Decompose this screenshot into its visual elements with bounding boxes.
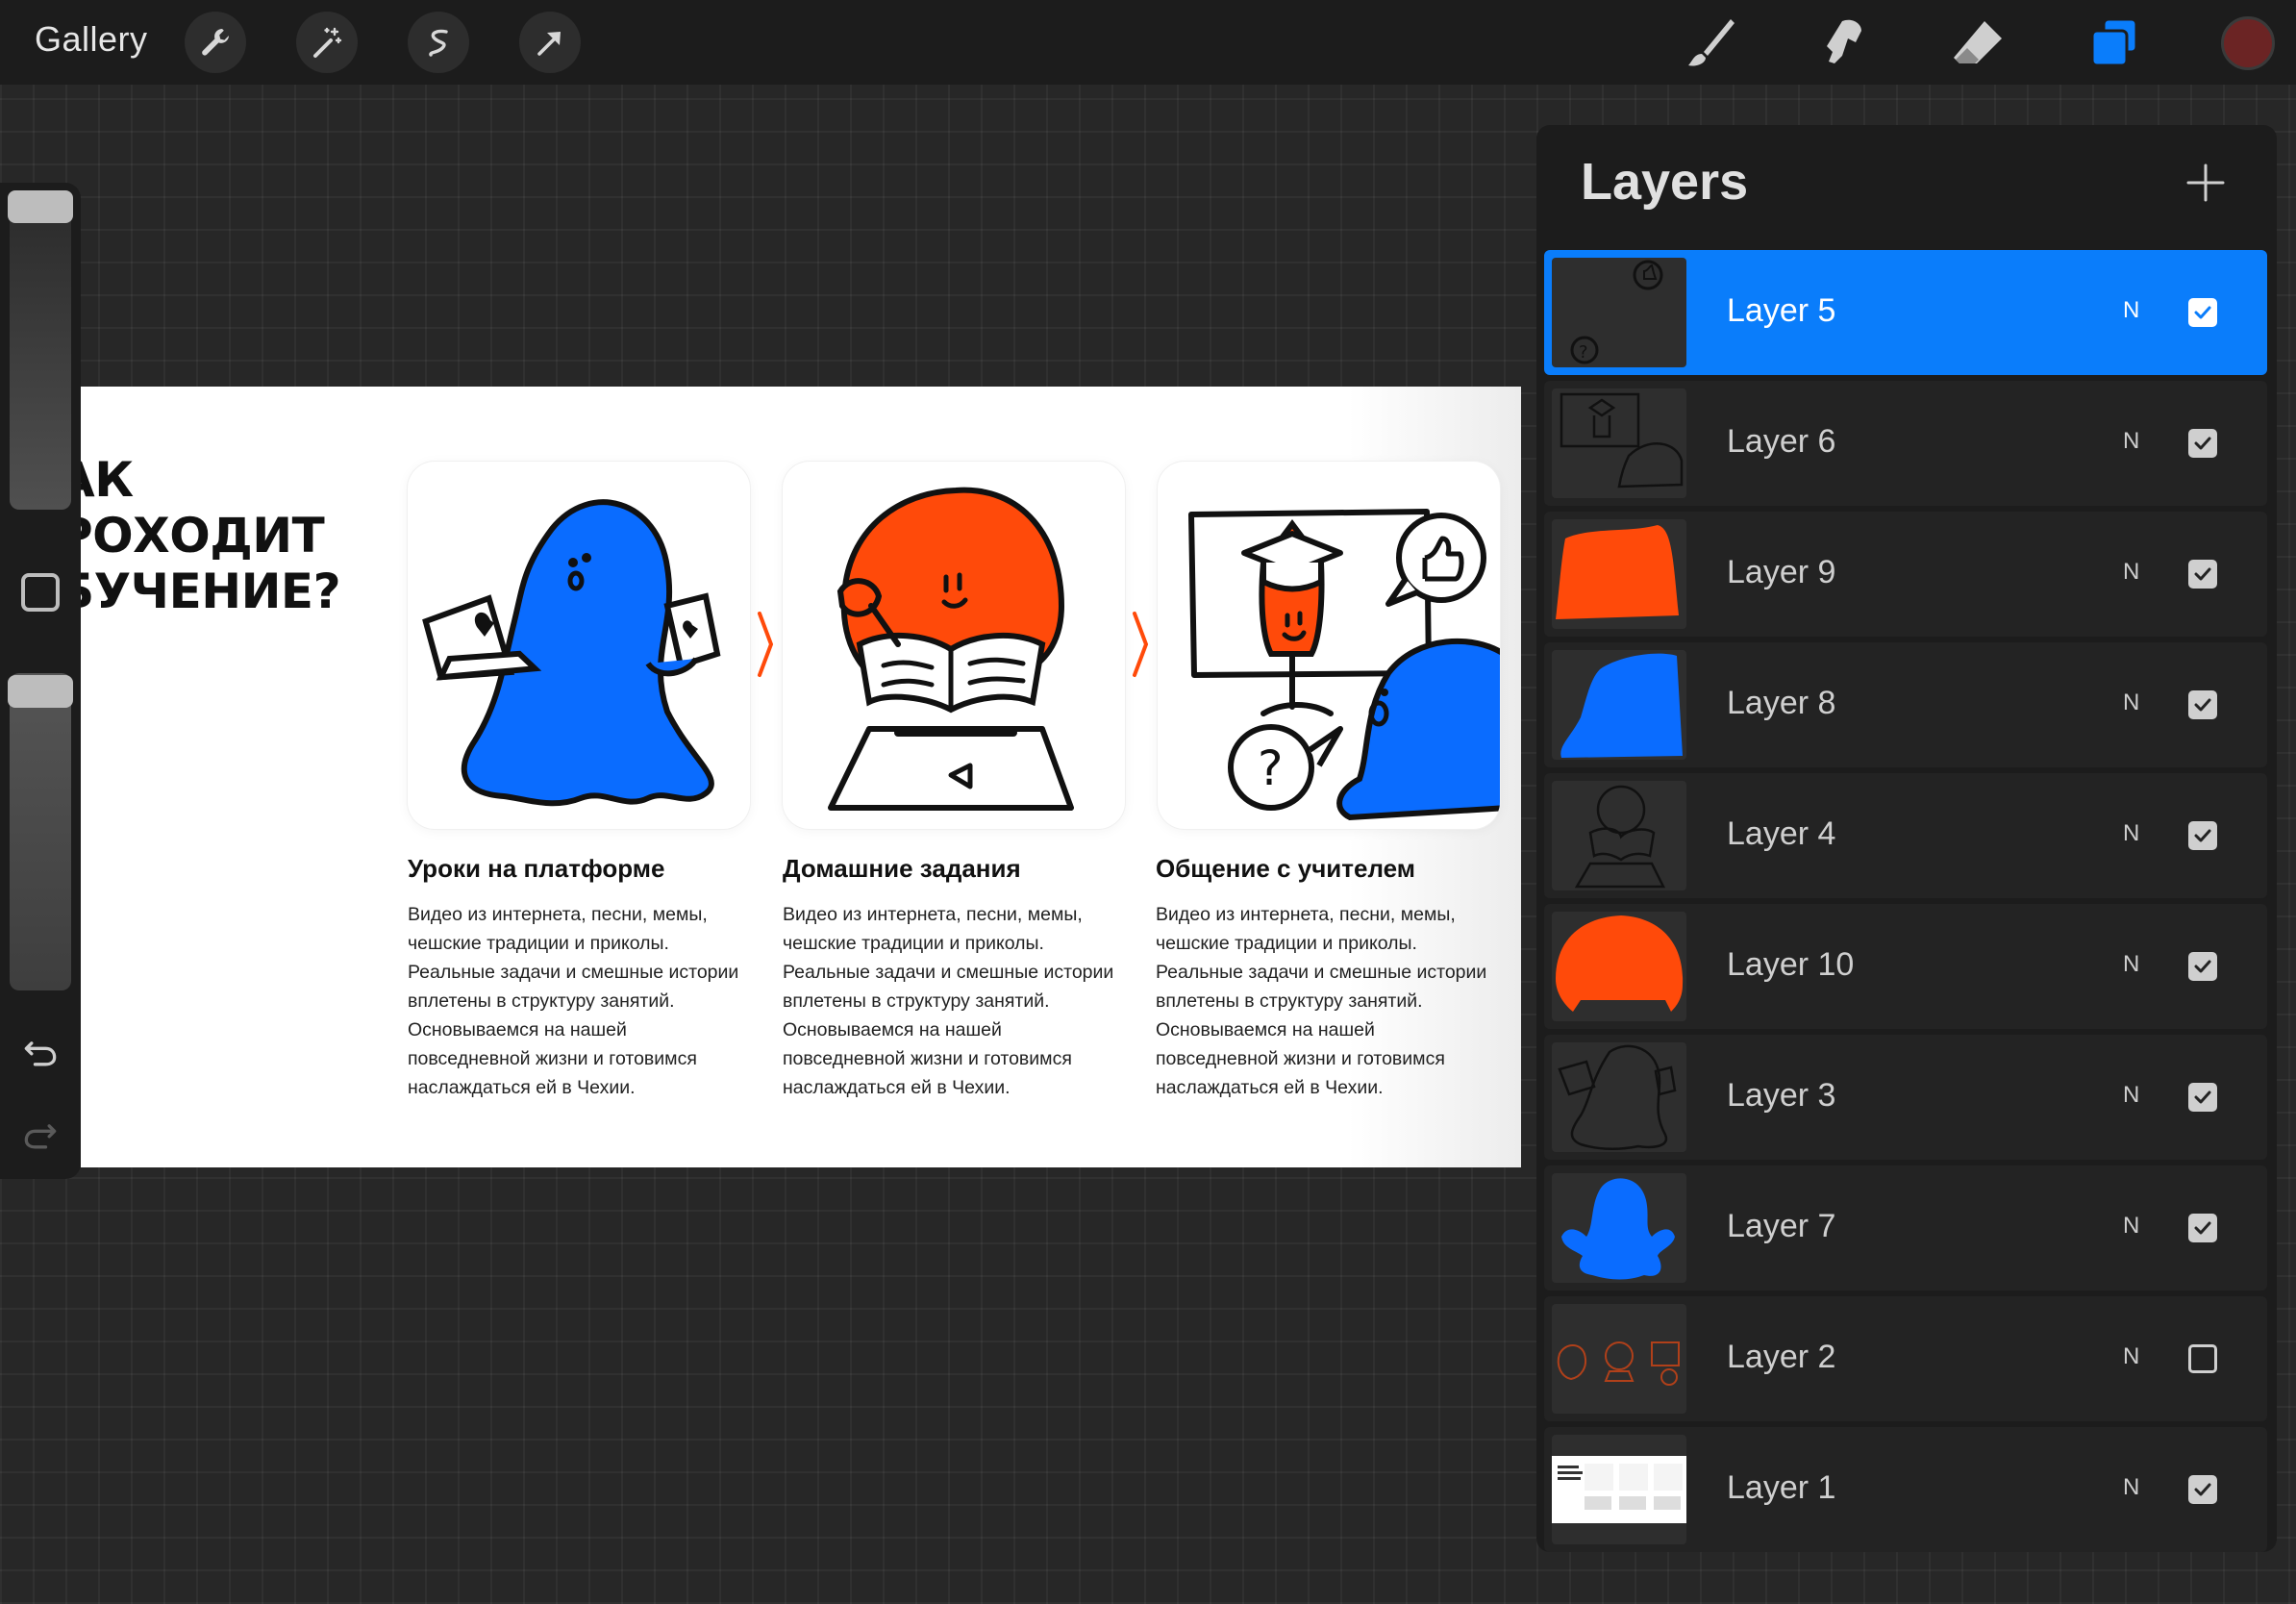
blend-mode-button[interactable]: N bbox=[2123, 951, 2139, 978]
layer-name: Layer 9 bbox=[1727, 554, 1836, 590]
layer-row-layer-7[interactable]: Layer 7 N bbox=[1544, 1165, 2267, 1291]
layer-thumbnail bbox=[1552, 519, 1686, 629]
step-arrow-2 bbox=[1133, 612, 1149, 677]
brush-icon[interactable] bbox=[1677, 10, 1744, 77]
layer-thumbnail bbox=[1552, 1042, 1686, 1152]
svg-text:?: ? bbox=[1258, 740, 1284, 796]
layer-thumbnail bbox=[1552, 388, 1686, 498]
step-arrow-1 bbox=[758, 612, 774, 677]
layer-name: Layer 1 bbox=[1727, 1469, 1836, 1506]
layer-name: Layer 5 bbox=[1727, 292, 1836, 329]
illustration-card-teacher: ? bbox=[1158, 462, 1500, 829]
layer-name: Layer 7 bbox=[1727, 1208, 1836, 1244]
layer-thumbnail: ? bbox=[1552, 258, 1686, 367]
eraser-icon[interactable] bbox=[1944, 10, 2011, 77]
headline-line-1: АК bbox=[81, 452, 134, 508]
left-sidebar bbox=[0, 183, 81, 1179]
artwork-headline: АК РОХОДИТ БУЧЕНИЕ? bbox=[81, 452, 341, 619]
layer-visibility-checkbox[interactable] bbox=[2188, 429, 2217, 458]
step-description-1: Видео из интернета, песни, мемы, чешские… bbox=[408, 904, 739, 1098]
transform-arrow-icon[interactable] bbox=[519, 12, 581, 73]
layer-visibility-checkbox[interactable] bbox=[2188, 1214, 2217, 1242]
color-picker-swatch[interactable] bbox=[2221, 16, 2275, 70]
layer-visibility-checkbox[interactable] bbox=[2188, 1475, 2217, 1504]
step-title-1: Уроки на платформе bbox=[408, 854, 665, 883]
layer-thumbnail bbox=[1552, 1173, 1686, 1283]
ghost-laptop-illustration bbox=[422, 499, 721, 807]
layers-panel: Layers ? Layer 5 N Layer 6 N Layer 9 N L… bbox=[1536, 125, 2277, 1552]
layer-name: Layer 8 bbox=[1727, 685, 1836, 721]
layer-row-layer-8[interactable]: Layer 8 N bbox=[1544, 642, 2267, 767]
layer-name: Layer 4 bbox=[1727, 815, 1836, 852]
layer-visibility-checkbox[interactable] bbox=[2188, 821, 2217, 850]
headline-line-3: БУЧЕНИЕ? bbox=[81, 564, 341, 619]
layer-visibility-checkbox[interactable] bbox=[2188, 690, 2217, 719]
layer-row-layer-6[interactable]: Layer 6 N bbox=[1544, 381, 2267, 506]
layer-row-layer-9[interactable]: Layer 9 N bbox=[1544, 512, 2267, 637]
redo-icon[interactable] bbox=[17, 1112, 63, 1158]
modify-button[interactable] bbox=[21, 573, 60, 612]
layer-row-layer-5[interactable]: ? Layer 5 N bbox=[1544, 250, 2267, 375]
layer-name: Layer 10 bbox=[1727, 946, 1855, 983]
blend-mode-button[interactable]: N bbox=[2123, 1213, 2139, 1240]
layer-row-layer-4[interactable]: Layer 4 N bbox=[1544, 773, 2267, 898]
blend-mode-button[interactable]: N bbox=[2123, 559, 2139, 586]
layers-panel-title: Layers bbox=[1581, 153, 1749, 211]
blend-mode-button[interactable]: N bbox=[2123, 820, 2139, 847]
step-title-2: Домашние задания bbox=[783, 854, 1021, 883]
layer-visibility-checkbox[interactable] bbox=[2188, 560, 2217, 589]
layer-thumbnail bbox=[1552, 650, 1686, 760]
blend-mode-button[interactable]: N bbox=[2123, 1082, 2139, 1109]
svg-text:?: ? bbox=[1579, 342, 1588, 363]
layer-name: Layer 3 bbox=[1727, 1077, 1836, 1114]
layer-thumbnail bbox=[1552, 781, 1686, 890]
blend-mode-button[interactable]: N bbox=[2123, 428, 2139, 455]
layer-visibility-checkbox[interactable] bbox=[2188, 298, 2217, 327]
smudge-icon[interactable] bbox=[1809, 10, 1877, 77]
blend-mode-button[interactable]: N bbox=[2123, 689, 2139, 716]
step-description-2: Видео из интернета, песни, мемы, чешские… bbox=[783, 904, 1114, 1098]
opacity-slider[interactable] bbox=[10, 673, 71, 990]
blend-mode-button[interactable]: N bbox=[2123, 297, 2139, 324]
brush-size-handle[interactable] bbox=[8, 190, 73, 223]
blend-mode-button[interactable]: N bbox=[2123, 1343, 2139, 1370]
layer-visibility-checkbox[interactable] bbox=[2188, 952, 2217, 981]
layer-row-layer-1[interactable]: Layer 1 N bbox=[1544, 1427, 2267, 1552]
selection-icon[interactable] bbox=[408, 12, 469, 73]
layer-thumbnail bbox=[1552, 912, 1686, 1021]
layer-row-layer-3[interactable]: Layer 3 N bbox=[1544, 1035, 2267, 1160]
step-description-3: Видео из интернета, песни, мемы, чешские… bbox=[1156, 904, 1487, 1098]
illustration-card-lessons bbox=[408, 462, 750, 829]
brush-size-slider[interactable] bbox=[10, 192, 71, 510]
top-toolbar: Gallery bbox=[0, 0, 2296, 85]
layer-row-layer-2[interactable]: Layer 2 N bbox=[1544, 1296, 2267, 1421]
plus-icon[interactable] bbox=[2183, 160, 2229, 206]
gallery-button[interactable]: Gallery bbox=[35, 19, 148, 60]
layer-visibility-checkbox[interactable] bbox=[2188, 1344, 2217, 1373]
layer-row-layer-10[interactable]: Layer 10 N bbox=[1544, 904, 2267, 1029]
step-title-3: Общение с учителем bbox=[1156, 854, 1415, 883]
layer-thumbnail bbox=[1552, 1435, 1686, 1544]
drawing-canvas[interactable]: АК РОХОДИТ БУЧЕНИЕ? bbox=[81, 387, 1521, 1167]
headline-line-2: РОХОДИТ bbox=[81, 508, 325, 564]
undo-icon[interactable] bbox=[17, 1029, 63, 1075]
ghost-book-illustration bbox=[828, 487, 1074, 811]
layer-name: Layer 2 bbox=[1727, 1339, 1836, 1375]
layer-thumbnail bbox=[1552, 1304, 1686, 1414]
opacity-handle[interactable] bbox=[8, 675, 73, 708]
teacher-board-illustration: ? bbox=[1188, 509, 1500, 821]
layers-icon[interactable] bbox=[2081, 10, 2148, 77]
blend-mode-button[interactable]: N bbox=[2123, 1474, 2139, 1501]
wrench-icon[interactable] bbox=[185, 12, 246, 73]
layer-visibility-checkbox[interactable] bbox=[2188, 1083, 2217, 1112]
layer-name: Layer 6 bbox=[1727, 423, 1836, 460]
illustration-card-homework bbox=[783, 462, 1125, 829]
magic-wand-icon[interactable] bbox=[296, 12, 358, 73]
